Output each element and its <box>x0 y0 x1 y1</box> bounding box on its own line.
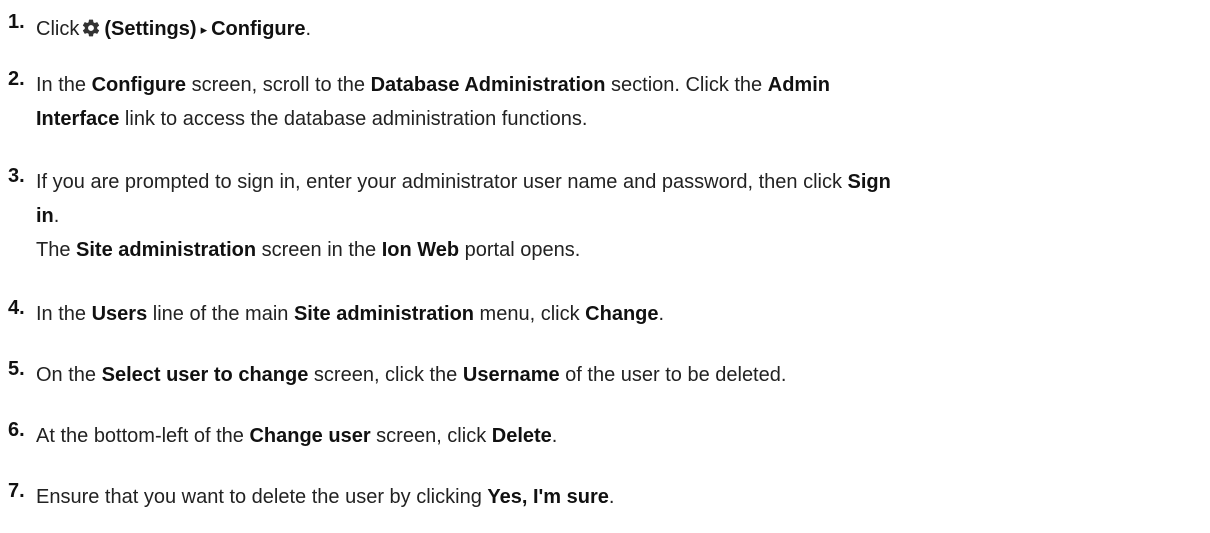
step-text-run: of the user to be deleted. <box>559 364 787 386</box>
step-line: in. <box>36 199 1196 233</box>
step-text-run: screen, click <box>370 425 492 447</box>
step-text-bold: Admin <box>767 74 830 96</box>
step-line: At the bottom-left of the Change user sc… <box>36 419 1196 453</box>
step-text-run: . <box>305 18 312 40</box>
step-text: Ensure that you want to delete the user … <box>36 480 1196 514</box>
step-text-run: . <box>608 486 615 508</box>
step-text-bold: Site administration <box>76 239 257 261</box>
step-text-run: screen, click the <box>308 364 463 386</box>
step-line: The Site administration screen in the Io… <box>36 233 1196 267</box>
gear-icon <box>83 19 100 37</box>
step-text: In the Configure screen, scroll to the D… <box>36 68 1196 136</box>
step-text: Click (Settings) ▸ Configure. <box>36 12 1196 47</box>
step-number: 6. <box>8 419 25 441</box>
step-text-bold: Sign <box>847 171 891 193</box>
step-text-bold: (Settings) <box>104 18 197 40</box>
step-text: At the bottom-left of the Change user sc… <box>36 419 1196 453</box>
step-line: On the Select user to change screen, cli… <box>36 358 1196 392</box>
step-number: 7. <box>8 480 25 502</box>
step-text-run: At the bottom-left of the <box>36 425 250 447</box>
step-text: If you are prompted to sign in, enter yo… <box>36 165 1196 267</box>
step-text-run: In the <box>36 303 92 325</box>
step-text-run: Click <box>36 18 80 40</box>
step-text-bold: Change user <box>249 425 371 447</box>
step-text-run: menu, click <box>474 303 586 325</box>
step-text-run: line of the main <box>147 303 294 325</box>
step-text-bold: Site administration <box>293 303 474 325</box>
step-line: In the Users line of the main Site admin… <box>36 297 1196 331</box>
caret-right-icon: ▸ <box>200 22 208 37</box>
step-text-bold: Select user to change <box>101 364 309 386</box>
step-text-run: screen, scroll to the <box>186 74 371 96</box>
step-line: In the Configure screen, scroll to the D… <box>36 68 1196 102</box>
step-number: 5. <box>8 358 25 380</box>
step-text-bold: Change <box>585 303 659 325</box>
step-line: Ensure that you want to delete the user … <box>36 480 1196 514</box>
step-text-bold: Interface <box>36 108 120 130</box>
step-text-run: On the <box>36 364 102 386</box>
step-number: 4. <box>8 297 25 319</box>
step-text-run: screen in the <box>256 239 382 261</box>
step-text-run: section. Click the <box>605 74 768 96</box>
step-text-run: In the <box>36 74 92 96</box>
step-text-run: link to access the database administrati… <box>119 108 588 130</box>
step-text-run: Ensure that you want to delete the user … <box>36 486 488 508</box>
step-number: 3. <box>8 165 25 187</box>
step-text-bold: Username <box>462 364 560 386</box>
step-text-bold: Configure <box>91 74 187 96</box>
step-text-bold: Yes, I'm sure <box>487 486 609 508</box>
step-number: 1. <box>8 11 25 33</box>
step-line: Interface link to access the database ad… <box>36 102 1196 136</box>
step-number: 2. <box>8 68 25 90</box>
step-text-bold: Users <box>91 303 148 325</box>
step-text-bold: in <box>36 205 54 227</box>
step-text-run: . <box>551 425 558 447</box>
step-text-run: portal opens. <box>459 239 581 261</box>
step-text-bold: Configure <box>211 18 306 40</box>
step-line: If you are prompted to sign in, enter yo… <box>36 165 1196 199</box>
step-text-run: . <box>658 303 665 325</box>
step-text: On the Select user to change screen, cli… <box>36 358 1196 392</box>
step-text-bold: Ion Web <box>381 239 460 261</box>
step-text-run: The <box>36 239 77 261</box>
step-text-run: If you are prompted to sign in, enter yo… <box>36 171 848 193</box>
step-text-bold: Database Administration <box>370 74 606 96</box>
step-text-bold: Delete <box>491 425 552 447</box>
step-text: In the Users line of the main Site admin… <box>36 297 1196 331</box>
step-line: Click (Settings) ▸ Configure. <box>36 12 1196 47</box>
step-text-run: . <box>53 205 60 227</box>
